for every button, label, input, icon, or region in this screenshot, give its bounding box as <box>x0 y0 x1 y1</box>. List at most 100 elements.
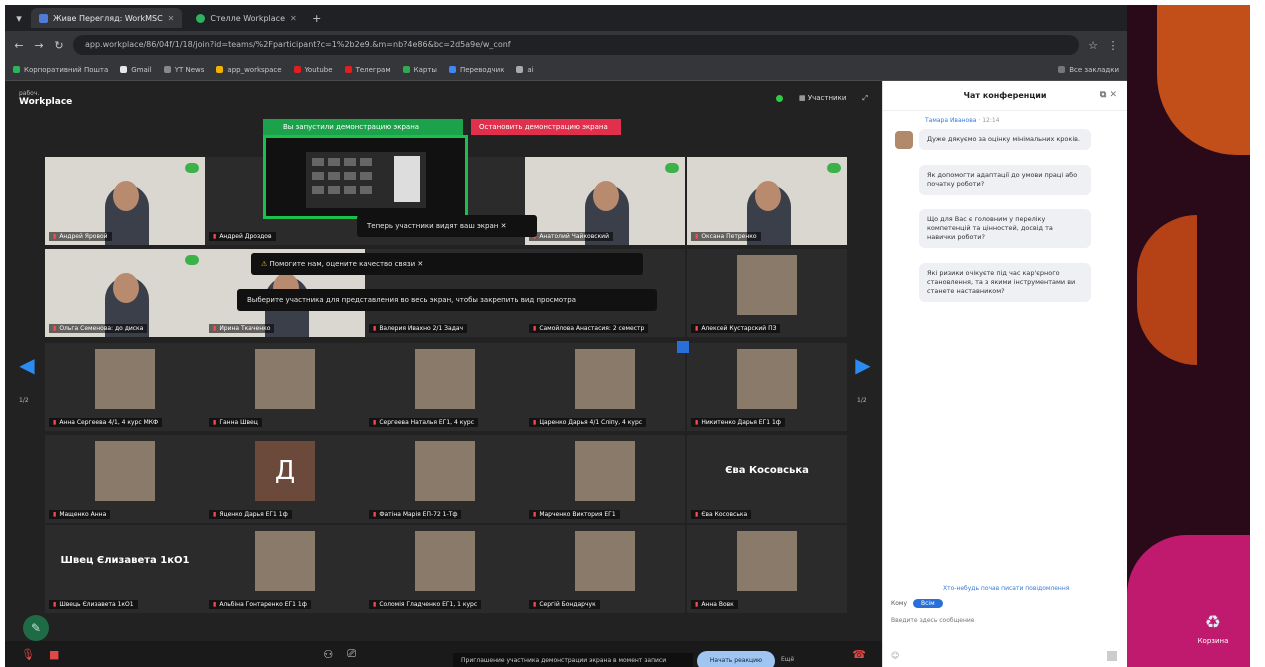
participant-name: ▮ Альбіна Гонтаренко ЕГ1 1ф <box>209 600 311 609</box>
bookmark-item[interactable]: Карты <box>402 66 437 74</box>
participant-tile[interactable]: ▮ Оксана Петренко <box>687 157 847 245</box>
tab-meeting[interactable]: Живе Перегляд: WorkMSC ✕ <box>31 8 183 28</box>
participant-tile[interactable]: Д ▮ Яценко Дарья ЕГ1 1ф <box>205 435 365 523</box>
close-icon[interactable]: ⧉ ✕ <box>1100 90 1117 100</box>
participant-name: ▮ Царенко Дарья 4/1 Сліпу, 4 курс <box>529 418 647 427</box>
participant-tile[interactable]: ▮ Царенко Дарья 4/1 Сліпу, 4 курс <box>525 343 685 431</box>
participant-name: ▮ Ольга Семенова: до диска <box>49 324 148 333</box>
bookmark-item[interactable]: YT News <box>163 66 204 74</box>
recipient-select[interactable]: Всім <box>913 599 943 608</box>
participant-photo <box>737 531 797 591</box>
bookmark-icon <box>344 66 352 73</box>
emoji-icon[interactable]: ☺ <box>891 651 899 660</box>
mic-muted-icon: ▮ <box>213 511 217 518</box>
close-icon[interactable]: ✕ <box>168 14 175 23</box>
mic-muted-icon: ▮ <box>213 419 217 426</box>
leaf-logo-icon <box>185 255 199 265</box>
url-field[interactable]: app.workplace/86/04f/1/18/join?id=teams/… <box>73 35 1079 55</box>
participant-name: ▮ Фатіна Марія ЕП-72 1-Тф <box>369 510 462 519</box>
chat-message: Які ризики очікуєте під час кар'єрного с… <box>919 263 1091 302</box>
participant-tile[interactable]: ▮ Анна Вовк <box>687 525 847 613</box>
participant-tile[interactable]: ▮ Фатіна Марія ЕП-72 1-Тф <box>365 435 525 523</box>
ai-assistant-icon[interactable]: ✎ <box>23 615 49 641</box>
bookmark-item[interactable]: Gmail <box>120 66 152 74</box>
reload-icon[interactable]: ↻ <box>53 39 65 52</box>
bookmark-label: Корпоративний Пошта <box>24 65 109 74</box>
participant-tile[interactable]: Швец Єлизавета 1кО1 ▮ Швець Єлизавета 1кО1 <box>45 525 205 613</box>
tab-workplace[interactable]: Стелле Workplace ✕ <box>188 8 304 28</box>
participant-name: ▮ Алексей Кустарский ПЗ <box>691 324 781 333</box>
forward-icon[interactable]: → <box>33 39 45 52</box>
participant-name-text: Марченко Виктория ЕГ1 <box>539 511 616 518</box>
participant-tile[interactable]: ▮ Мащенко Анна <box>45 435 205 523</box>
stop-share-button[interactable]: Остановить демонстрацию экрана <box>471 119 621 135</box>
bookmark-item[interactable]: Телеграм <box>344 66 391 74</box>
more-button[interactable]: Ещё <box>781 656 794 663</box>
mic-muted-icon: ▮ <box>213 601 217 608</box>
bookmark-item[interactable]: ai <box>516 65 534 74</box>
participant-tile[interactable]: ▮ Ольга Семенова: до диска <box>45 249 205 337</box>
recipient-label: Кому <box>891 600 908 607</box>
participant-name-text: Самойлова Анастасия: 2 семестр <box>539 325 645 332</box>
participant-tile[interactable]: ▮ Анна Сергеева 4/1, 4 курс МКФ <box>45 343 205 431</box>
close-icon[interactable]: ✕ <box>501 222 507 230</box>
participant-name-text: Царенко Дарья 4/1 Сліпу, 4 курс <box>539 419 643 426</box>
bookmark-item[interactable]: Корпоративний Пошта <box>13 66 108 74</box>
close-icon[interactable]: ✕ <box>417 260 423 268</box>
participant-tile[interactable]: ▮ Сергій Бондарчук <box>525 525 685 613</box>
bookmark-item[interactable]: Переводчик <box>448 66 504 74</box>
all-bookmarks[interactable]: Все закладки <box>1058 66 1119 74</box>
layout-icon[interactable]: ⤢ <box>862 94 868 103</box>
participant-tile[interactable]: ▮ Соломія Гладченко ЕГ1, 1 курс <box>365 525 525 613</box>
bookmark-item[interactable]: Youtube <box>293 66 333 74</box>
participant-tile[interactable]: ▮ Ганна Швец <box>205 343 365 431</box>
send-icon[interactable] <box>1107 651 1117 661</box>
message-meta: Тамара Иванова · 12:14 <box>925 117 1000 124</box>
app-header: рабоч. Workplace ▦ Участники ⤢ <box>5 81 882 115</box>
mic-muted-icon[interactable]: 🎙 <box>21 648 35 661</box>
participant-tile[interactable]: ▮Анатолий Чайковский <box>525 157 685 245</box>
share-preview-thumbnail <box>306 152 426 208</box>
participant-tile[interactable]: ▮ Альбіна Гонтаренко ЕГ1 1ф <box>205 525 365 613</box>
participant-tile[interactable]: ▮ Сергеева Наталья ЕГ1, 4 курс <box>365 343 525 431</box>
participant-tile[interactable]: ▮ Андрей Яровой <box>45 157 205 245</box>
close-icon[interactable]: ✕ <box>290 14 297 23</box>
tab-menu-icon[interactable]: ▾ <box>13 12 25 25</box>
bookmark-item[interactable]: app_workspace <box>216 66 282 74</box>
participant-name: ▮ Валерия Ивахно 2/1 Задач <box>369 324 468 333</box>
recycle-bin-icon[interactable]: ♻ <box>1201 612 1225 636</box>
message-time: 12:14 <box>982 117 1000 124</box>
prev-page-button[interactable]: ◀ <box>17 353 37 383</box>
participant-tile[interactable]: ▮ Никитенко Дарья ЕГ1 1ф <box>687 343 847 431</box>
tooltip-text: Помогите нам, оцените качество связи <box>269 260 416 268</box>
participant-name: ▮ Андрей Дроздов <box>209 232 276 241</box>
menu-icon[interactable]: ⋮ <box>1107 39 1119 52</box>
participants-icon[interactable]: ⚇ <box>323 648 333 661</box>
back-icon[interactable]: ← <box>13 39 25 52</box>
tooltip-text: Выберите участника для представления во … <box>247 296 576 304</box>
star-icon[interactable]: ☆ <box>1087 39 1099 52</box>
participant-name-text: Ольга Семенова: до диска <box>59 325 144 332</box>
participants-label: Участники <box>807 94 847 102</box>
participants-button[interactable]: ▦ Участники <box>799 94 846 102</box>
participant-name-text: Мащенко Анна <box>59 511 107 518</box>
next-page-button[interactable]: ▶ <box>853 353 873 383</box>
participant-tile[interactable]: ▮ Алексей Кустарский ПЗ <box>687 249 847 337</box>
participant-name: ▮ Марченко Виктория ЕГ1 <box>529 510 620 519</box>
status-dot-icon <box>776 94 784 102</box>
new-tab-icon[interactable]: + <box>311 12 323 25</box>
bookmark-label: ai <box>527 65 534 74</box>
chat-input[interactable] <box>891 613 1119 627</box>
bookmark-icon <box>13 66 20 73</box>
mic-muted-icon: ▮ <box>533 419 537 426</box>
participant-tile[interactable]: Єва Косовська ▮ Єва Косовська <box>687 435 847 523</box>
share-icon[interactable]: ⎚ <box>347 647 356 661</box>
leave-call-icon[interactable]: ☎ <box>852 648 866 661</box>
participant-tile[interactable]: ▮ Марченко Виктория ЕГ1 <box>525 435 685 523</box>
bookmark-icon <box>402 66 410 73</box>
share-tooltip: Теперь участники видят ваш экран ✕ <box>357 215 537 237</box>
reaction-button[interactable]: Начать реакцию <box>697 651 775 667</box>
participant-name-text: Сергій Бондарчук <box>539 601 596 608</box>
camera-off-icon[interactable]: ■ <box>49 648 59 661</box>
participant-name-text: Алексей Кустарский ПЗ <box>701 325 777 332</box>
